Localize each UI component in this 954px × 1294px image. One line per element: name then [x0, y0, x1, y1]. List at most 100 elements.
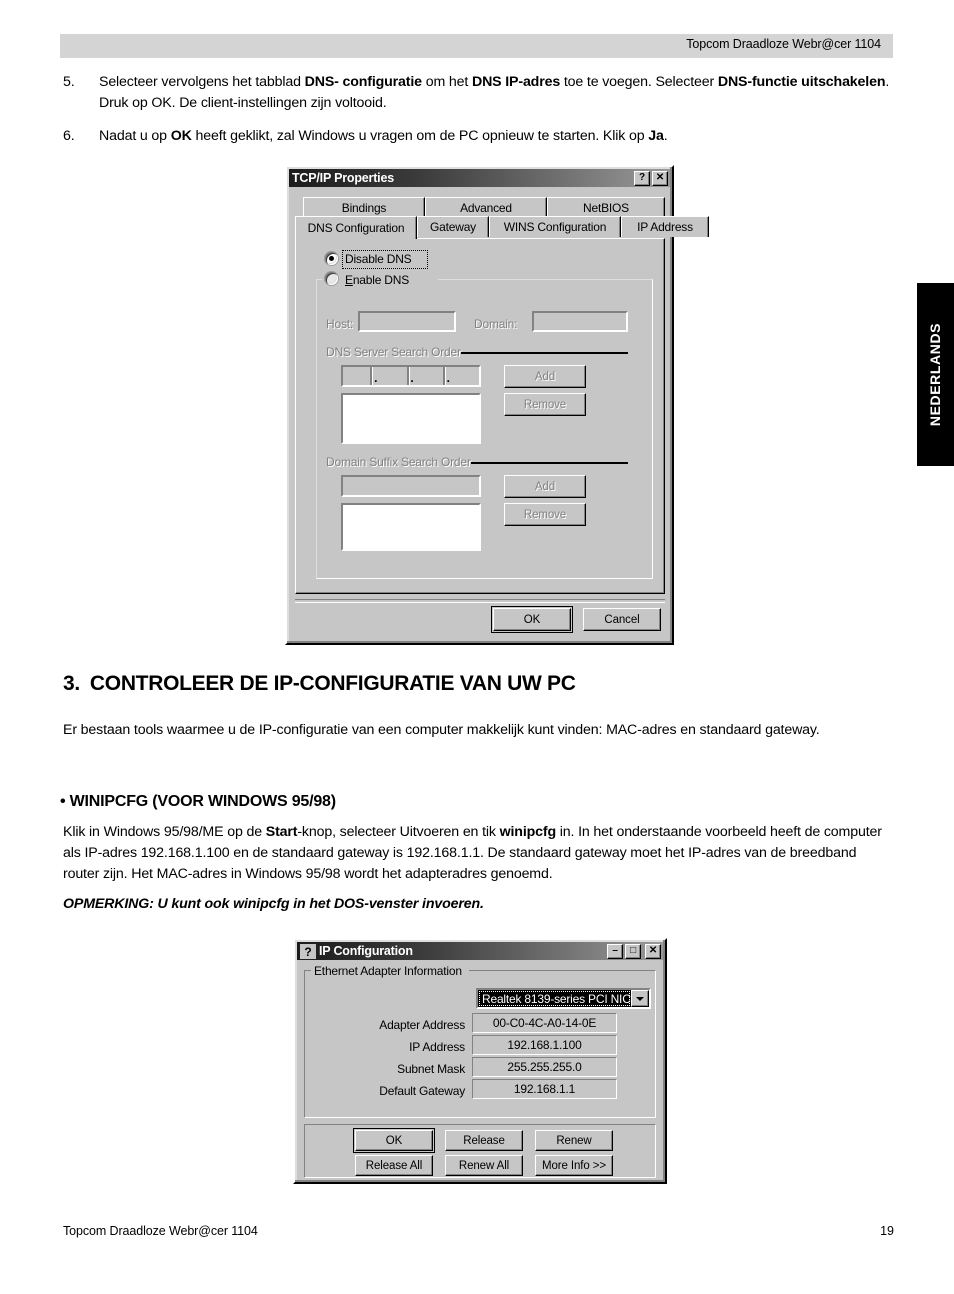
label-ethernet-adapter-information: Ethernet Adapter Information [314, 964, 462, 978]
step-number: 5. [63, 74, 75, 90]
tab-gateway[interactable]: Gateway [417, 216, 489, 237]
label-default-gateway: Default Gateway [379, 1084, 465, 1098]
adapter-selected-value: Realtek 8139-series PCI NIC [478, 990, 631, 1007]
tcpip-ok-button[interactable]: OK [491, 606, 573, 633]
dns-ip-octet-4[interactable] [452, 367, 479, 385]
ip-separator: . [446, 371, 450, 385]
page-header-title: Topcom Draadloze Webr@cer 1104 [686, 37, 881, 51]
footer-page-number: 19 [880, 1224, 894, 1238]
radio-dot [329, 256, 334, 261]
dns-configuration-panel: Disable DNS Enable DNS Host: Domain: DNS… [295, 238, 665, 594]
ipconfig-release-all-label: Release All [365, 1159, 423, 1172]
suffix-add-button[interactable]: Add [504, 475, 586, 498]
dns-remove-button[interactable]: Remove [504, 393, 586, 416]
value-adapter-address: 00-C0-4C-A0-14-0E [472, 1013, 617, 1033]
adapter-select[interactable]: Realtek 8139-series PCI NIC [476, 988, 651, 1009]
minimize-icon[interactable]: – [607, 943, 623, 959]
radio-enable-dns[interactable] [325, 272, 338, 285]
section-number: 3. [63, 672, 80, 695]
domain-input[interactable] [532, 311, 628, 332]
dns-ip-octet-3[interactable] [416, 367, 443, 385]
note-paragraph: OPMERKING: U kunt ook winipcfg in het DO… [63, 896, 484, 912]
ipconfig-renew-button[interactable]: Renew [535, 1130, 613, 1151]
dns-server-list[interactable] [341, 393, 481, 444]
ipconfig-ok-label: OK [385, 1134, 403, 1147]
dns-remove-label: Remove [523, 398, 567, 411]
ip-separator: . [374, 371, 378, 385]
close-icon[interactable]: ✕ [645, 943, 661, 959]
winipcfg-paragraph: Klik in Windows 95/98/ME op de Start-kno… [63, 824, 882, 882]
tcpip-titlebar: TCP/IP Properties ? ✕ [289, 169, 670, 187]
radio-disable-dns[interactable] [325, 252, 338, 265]
page-header-bar: Topcom Draadloze Webr@cer 1104 [60, 34, 893, 58]
ipconfig-release-all-button[interactable]: Release All [355, 1155, 433, 1176]
tab-advanced[interactable]: Advanced [425, 197, 547, 218]
suffix-remove-button[interactable]: Remove [504, 503, 586, 526]
ipconfig-renew-all-button[interactable]: Renew All [445, 1155, 523, 1176]
value-default-gateway: 192.168.1.1 [472, 1079, 617, 1099]
label-enable-dns-accel: E [345, 273, 353, 287]
ip-separator: . [410, 371, 414, 385]
domain-suffix-list[interactable] [341, 503, 481, 551]
dns-add-button[interactable]: Add [504, 365, 586, 388]
close-icon[interactable]: ✕ [652, 170, 668, 186]
footer-document-title: Topcom Draadloze Webr@cer 1104 [63, 1224, 258, 1238]
label-domain-suffix-search-order: Domain Suffix Search Order [326, 455, 471, 469]
label-dns-server-search-order: DNS Server Search Order [326, 345, 461, 359]
tab-netbios[interactable]: NetBIOS [547, 197, 665, 218]
value-ip-address: 192.168.1.100 [472, 1035, 617, 1055]
suffix-remove-label: Remove [523, 508, 567, 521]
language-side-tab: NEDERLANDS [917, 283, 954, 466]
ipconfig-titlebar: ? IP Configuration – □ ✕ [297, 942, 663, 960]
dns-ip-octet-2[interactable] [379, 367, 406, 385]
label-enable-dns: Enable DNS [345, 273, 409, 287]
winipcfg-subheading: • WINIPCFG (VOOR WINDOWS 95/98) [60, 793, 336, 810]
label-enable-dns-rest: nable DNS [352, 273, 410, 287]
dns-group-rule [461, 352, 628, 354]
step-item-6: 6. Nadat u op OK heeft geklikt, zal Wind… [63, 126, 893, 147]
ipconfig-renew-all-label: Renew All [458, 1159, 510, 1172]
ipconfig-release-button[interactable]: Release [445, 1130, 523, 1151]
step-text: Selecteer vervolgens het tabblad DNS- co… [99, 74, 890, 111]
tcpip-cancel-button[interactable]: Cancel [583, 608, 661, 631]
label-domain: Domain: [474, 317, 518, 331]
label-host: Host: [326, 317, 354, 331]
suffix-add-label: Add [534, 480, 556, 493]
ipconfig-release-label: Release [463, 1134, 505, 1147]
tcpip-cancel-label: Cancel [604, 613, 640, 626]
suffix-group-rule [471, 462, 628, 464]
ipconfig-renew-label: Renew [556, 1134, 592, 1147]
label-adapter-address: Adapter Address [379, 1018, 465, 1032]
value-subnet-mask: 255.255.255.0 [472, 1057, 617, 1077]
dns-add-label: Add [534, 370, 556, 383]
label-subnet-mask: Subnet Mask [397, 1062, 465, 1076]
dns-ip-octet-1[interactable] [343, 367, 370, 385]
tab-dns-configuration[interactable]: DNS Configuration [295, 216, 417, 239]
question-mark-icon: ? [300, 943, 316, 959]
ipconfig-title-text: IP Configuration [319, 944, 413, 958]
label-disable-dns: Disable DNS [345, 252, 412, 266]
section-heading: 3. CONTROLEER DE IP-CONFIGURATIE VAN UW P… [63, 672, 576, 696]
ipconfig-more-info-label: More Info >> [541, 1159, 606, 1172]
host-input[interactable] [358, 311, 456, 332]
ipconfig-ok-button[interactable]: OK [353, 1128, 435, 1153]
chevron-down-icon[interactable] [631, 990, 649, 1007]
tab-ip-address[interactable]: IP Address [621, 216, 709, 237]
help-button[interactable]: ? [634, 170, 650, 186]
step-number: 6. [63, 128, 75, 144]
ip-configuration-dialog: ? IP Configuration – □ ✕ Ethernet Adapte… [293, 938, 667, 1184]
tcpip-title-text: TCP/IP Properties [292, 171, 394, 185]
tab-bindings[interactable]: Bindings [303, 197, 425, 218]
svg-text:?: ? [304, 945, 311, 959]
tcpip-ok-label: OK [523, 613, 541, 626]
dns-server-ip-input[interactable]: . . . [341, 365, 481, 387]
domain-suffix-input[interactable] [341, 475, 481, 497]
language-tab-label: NEDERLANDS [927, 322, 943, 427]
intro-paragraph: Er bestaan tools waarmee u de IP-configu… [63, 722, 820, 738]
maximize-icon[interactable]: □ [625, 943, 641, 959]
ipconfig-more-info-button[interactable]: More Info >> [535, 1155, 613, 1176]
tab-wins-configuration[interactable]: WINS Configuration [489, 216, 621, 237]
section-title: CONTROLEER DE IP-CONFIGURATIE VAN UW PC [89, 672, 576, 695]
label-ip-address: IP Address [409, 1040, 465, 1054]
step-text: Nadat u op OK heeft geklikt, zal Windows… [99, 128, 668, 144]
